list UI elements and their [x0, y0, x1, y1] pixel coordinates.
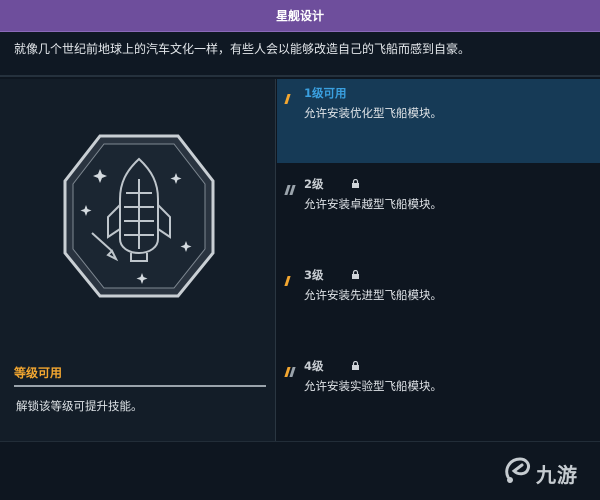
watermark-text: 九游 [536, 463, 578, 487]
tier-name: 3级 [304, 268, 324, 282]
tier-name: 1级可用 [304, 86, 347, 100]
tier-row-4[interactable]: 4级 允许安装实验型飞船模块。 [277, 352, 600, 436]
tier-row-3[interactable]: 3级 允许安装先进型飞船模块。 [277, 261, 600, 345]
panel-subtitle: 解锁该等级可提升技能。 [16, 399, 143, 413]
tier-row-2[interactable]: 2级 允许安装卓越型飞船模块。 [277, 170, 600, 254]
rocket-pencil-icon [63, 134, 215, 298]
tier-marker-icon [284, 180, 302, 195]
description-text: 就像几个世纪前地球上的汽车文化一样，有些人会以能够改造自己的飞船而感到自豪。 [0, 32, 600, 77]
lock-icon [352, 361, 359, 370]
tier-name: 2级 [304, 177, 324, 191]
watermark-logo: 九游 [502, 453, 582, 487]
tier-desc: 允许安装先进型飞船模块。 [304, 288, 442, 302]
tier-row-1[interactable]: 1级可用 允许安装优化型飞船模块。 [277, 79, 600, 163]
watermark-icon [505, 457, 530, 483]
detail-panel: 等级可用 解锁该等级可提升技能。 [0, 79, 276, 441]
tier-desc: 允许安装实验型飞船模块。 [304, 379, 442, 393]
tier-marker-icon [284, 89, 302, 104]
tier-list: 1级可用 允许安装优化型飞船模块。 2级 允许安装卓越型飞船模块。 3级 允许安… [277, 79, 600, 441]
lock-icon [352, 270, 359, 279]
tier-marker-icon [284, 271, 302, 286]
tier-desc: 允许安装优化型飞船模块。 [304, 106, 442, 120]
tier-marker-icon [284, 362, 302, 377]
panel-divider [14, 385, 266, 387]
lock-icon [352, 179, 359, 188]
tier-name: 4级 [304, 359, 324, 373]
tier-desc: 允许安装卓越型飞船模块。 [304, 197, 442, 211]
panel-title: 等级可用 [14, 366, 63, 380]
window-title: 星舰设计 [0, 0, 600, 32]
